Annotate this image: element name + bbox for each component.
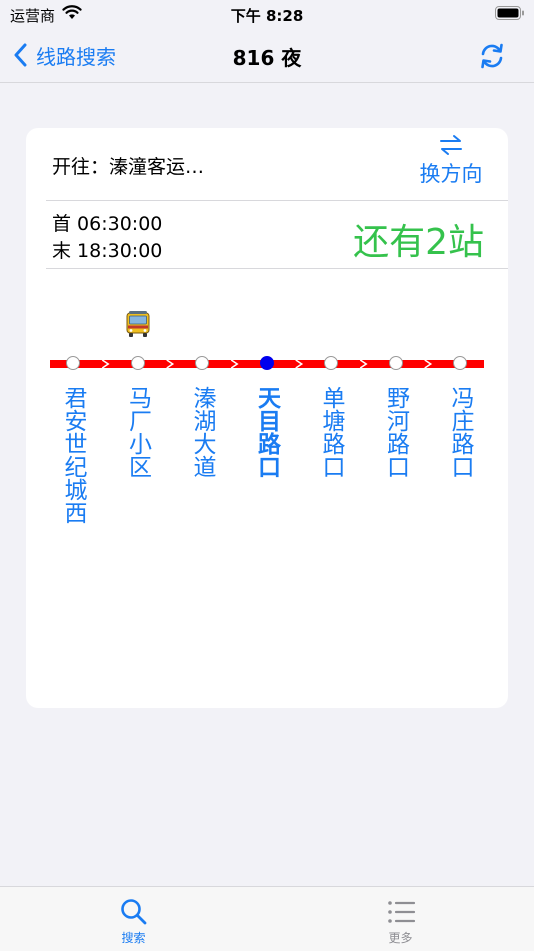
first-bus-time: 首 06:30:00 [52,213,163,235]
stop-name[interactable]: 溱湖大道 [187,386,217,478]
direction-row: 开往：溱潼客运… 换方向 [26,128,508,200]
navigation-bar: 线路搜索 816 夜 [0,30,534,83]
last-bus-time: 末 18:30:00 [52,240,163,262]
swap-arrows-icon [440,135,462,155]
stop-marker[interactable] [324,356,338,370]
stop-name[interactable]: 君安世纪城西 [58,386,88,524]
stop-name[interactable]: 单塘路口 [316,386,346,478]
tab-bar: 搜索 更多 [0,886,534,951]
divider [46,268,508,269]
status-bar: 运营商 下午 8:28 [0,0,534,30]
bus-icon [126,311,149,337]
search-icon [120,899,146,925]
stop-marker[interactable] [66,356,80,370]
direction-label: 开往：溱潼客运… [52,156,205,178]
tab-more-label: 更多 [388,931,413,945]
stop-marker[interactable] [130,356,145,370]
refresh-button[interactable] [474,38,510,74]
remaining-stops: 还有2站 [353,222,484,263]
stop-name[interactable]: 野河路口 [381,386,411,478]
list-icon [387,901,415,923]
stop-name[interactable]: 冯庄路口 [445,386,475,478]
stop-marker[interactable] [388,356,403,370]
schedule-row: 首 06:30:00 末 18:30:00 还有2站 [26,201,508,269]
stop-marker[interactable] [453,356,467,370]
tab-more[interactable]: 更多 [267,887,534,951]
swap-direction-label: 换方向 [419,162,483,186]
refresh-icon [481,43,503,69]
status-time: 下午 8:28 [230,7,304,25]
page-title: 816 夜 [232,46,302,70]
tab-search[interactable]: 搜索 [0,887,267,951]
route-diagram: 君安世纪城西 马厂小区 溱湖大道 天目路口 单塘路口 野河路口 冯庄路口 [26,288,508,708]
battery-icon [495,6,524,20]
tab-search-label: 搜索 [121,931,146,945]
stop-marker[interactable] [195,356,209,370]
swap-direction-button[interactable]: 换方向 [404,134,498,196]
stop-name[interactable]: 天目路口 [252,386,282,478]
current-stop-marker[interactable] [259,356,274,370]
stop-name[interactable]: 马厂小区 [123,386,153,478]
route-card: 开往：溱潼客运… 换方向 首 06:30:00 末 18:30:00 还有2站 [26,128,508,708]
